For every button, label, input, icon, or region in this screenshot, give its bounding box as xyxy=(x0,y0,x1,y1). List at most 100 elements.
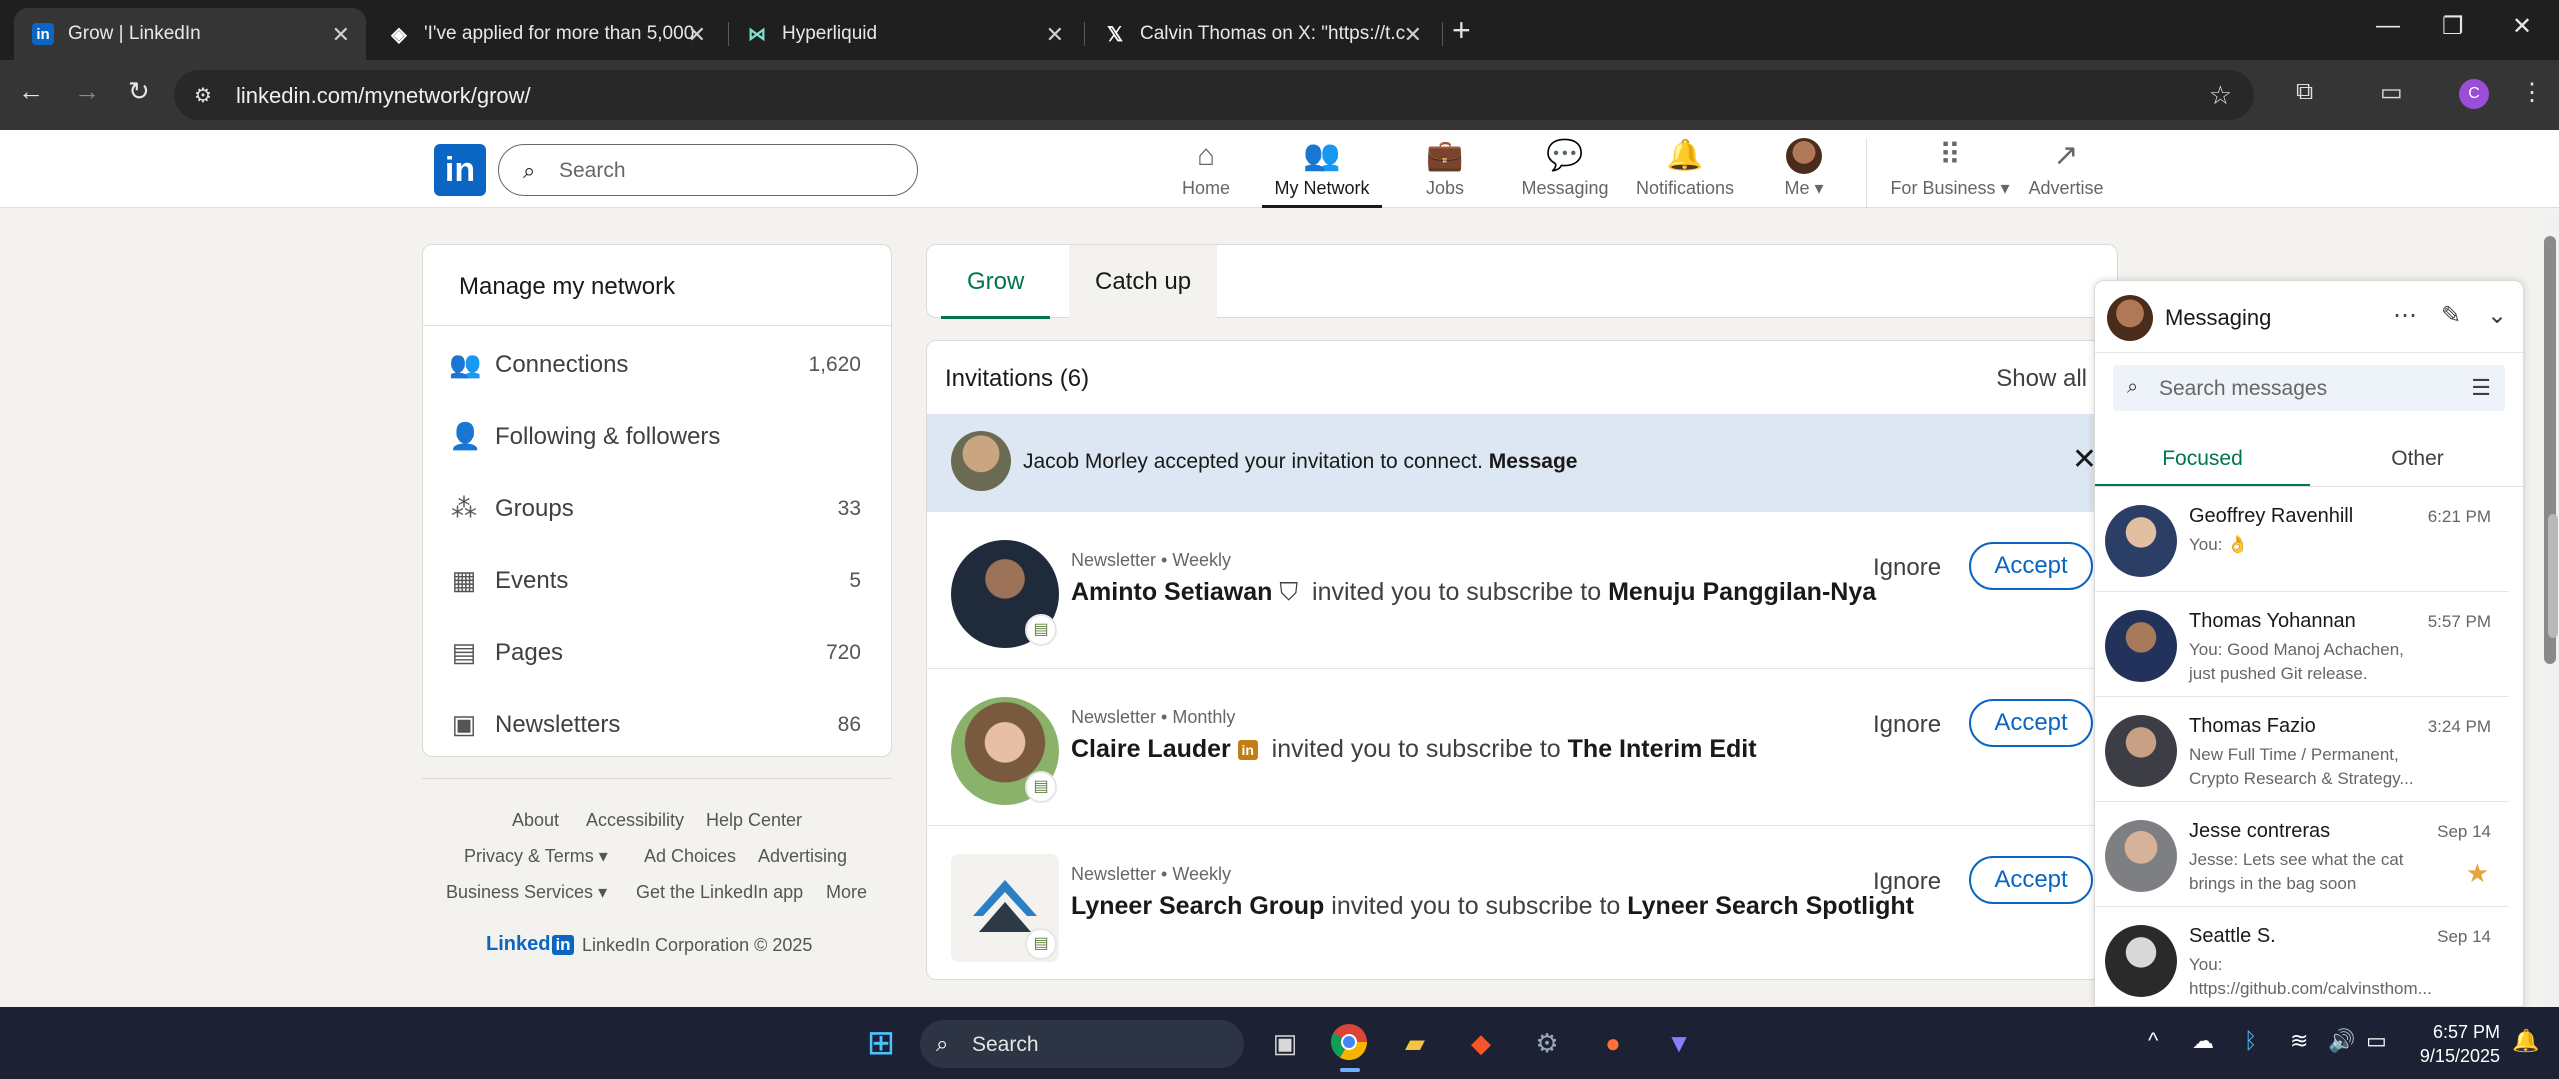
sidebar-item-connections[interactable]: 👥 Connections 1,620 xyxy=(423,327,891,399)
browser-tab-linkedin[interactable]: in Grow | LinkedIn ✕ xyxy=(14,8,366,60)
back-icon[interactable]: ← xyxy=(18,76,44,107)
site-settings-icon[interactable]: ⚙ xyxy=(194,83,212,108)
messaging-scrollbar-thumb[interactable] xyxy=(2548,514,2558,638)
sidebar-item-events[interactable]: ▦ Events 5 xyxy=(423,543,891,615)
url-text[interactable]: linkedin.com/mynetwork/grow/ xyxy=(236,83,531,109)
footer-link-privacy[interactable]: Privacy & Terms ▾ xyxy=(464,846,608,867)
maximize-icon[interactable]: ❐ xyxy=(2442,12,2464,41)
wifi-icon[interactable]: ≋ xyxy=(2290,1028,2308,1054)
footer-link-help-center[interactable]: Help Center xyxy=(706,810,802,831)
more-options-icon[interactable]: ⋯ xyxy=(2393,301,2417,330)
browser-tab-applied[interactable]: ◈ 'I've applied for more than 5,000 ✕ xyxy=(370,8,722,60)
chevron-down-icon[interactable]: ⌄ xyxy=(2487,301,2507,330)
message-link[interactable]: Message xyxy=(1489,450,1578,473)
nav-messaging[interactable]: 💬 Messaging xyxy=(1505,138,1625,208)
vpn-icon[interactable]: ▼ xyxy=(1658,1022,1700,1064)
filter-icon[interactable]: ☰ xyxy=(2471,375,2491,401)
battery-icon[interactable]: ▭ xyxy=(2366,1028,2387,1054)
notification-icon[interactable]: 🔔 xyxy=(2512,1028,2539,1054)
nav-for-business[interactable]: ⠿ For Business ▾ xyxy=(1880,138,2020,208)
tab-focused[interactable]: Focused xyxy=(2095,431,2310,487)
reload-icon[interactable]: ↻ xyxy=(128,76,150,107)
browser-tab-hyperliquid[interactable]: ⋈ Hyperliquid ✕ xyxy=(728,8,1080,60)
search-messages-input[interactable]: ⌕ Search messages ☰ xyxy=(2113,365,2505,411)
nav-advertise[interactable]: ↗ Advertise xyxy=(2006,138,2126,208)
ignore-button[interactable]: Ignore xyxy=(1873,868,1941,896)
browser-tab-x[interactable]: 𝕏 Calvin Thomas on X: "https://t.c ✕ xyxy=(1086,8,1438,60)
footer-link-business-services[interactable]: Business Services ▾ xyxy=(446,882,607,903)
new-tab-button[interactable]: + xyxy=(1452,14,1471,46)
close-icon[interactable]: ✕ xyxy=(688,22,706,48)
taskbar-search[interactable]: ⌕ Search xyxy=(920,1020,1244,1068)
footer-link-about[interactable]: About xyxy=(512,810,559,831)
newsletter-name[interactable]: Menuju Panggilan-Nya xyxy=(1608,578,1876,606)
onedrive-icon[interactable]: ☁ xyxy=(2192,1028,2214,1054)
ignore-button[interactable]: Ignore xyxy=(1873,554,1941,582)
inviter-name[interactable]: Lyneer Search Group xyxy=(1071,892,1324,920)
nav-notifications[interactable]: 🔔 Notifications xyxy=(1625,138,1745,208)
nav-my-network[interactable]: 👥 My Network xyxy=(1262,138,1382,208)
star-icon[interactable]: ★ xyxy=(2466,858,2489,889)
conversation-item[interactable]: Geoffrey Ravenhill 6:21 PM You: 👌 xyxy=(2095,487,2509,592)
task-view-icon[interactable]: ▣ xyxy=(1264,1022,1306,1064)
search-input[interactable]: ⌕ Search xyxy=(498,144,918,196)
cast-icon[interactable]: ▭ xyxy=(2380,78,2403,107)
minimize-icon[interactable]: — xyxy=(2376,12,2400,40)
tab-grow[interactable]: Grow xyxy=(941,245,1051,319)
firefox-icon[interactable]: ● xyxy=(1592,1022,1634,1064)
conversation-name: Geoffrey Ravenhill xyxy=(2189,505,2354,527)
extensions-icon[interactable]: ⧉ xyxy=(2296,78,2313,106)
footer-link-ad-choices[interactable]: Ad Choices xyxy=(644,846,736,867)
taskbar-clock[interactable]: 6:57 PM 9/15/2025 xyxy=(2410,1020,2500,1068)
brave-icon[interactable]: ◆ xyxy=(1460,1022,1502,1064)
windows-start-icon[interactable]: ⊞ xyxy=(860,1022,902,1064)
volume-icon[interactable]: 🔊 xyxy=(2328,1028,2355,1054)
inviter-name[interactable]: Claire Lauder xyxy=(1071,735,1231,763)
window-close-icon[interactable]: ✕ xyxy=(2512,12,2532,41)
accepted-notice: Jacob Morley accepted your invitation to… xyxy=(927,414,2117,511)
bookmark-star-icon[interactable]: ☆ xyxy=(2209,80,2232,111)
tab-other[interactable]: Other xyxy=(2310,431,2523,487)
accept-button[interactable]: Accept xyxy=(1969,699,2093,747)
tab-catch-up[interactable]: Catch up xyxy=(1069,245,1218,319)
close-icon[interactable]: ✕ xyxy=(1046,22,1064,48)
show-all-link[interactable]: Show all xyxy=(1996,365,2087,393)
sidebar-item-pages[interactable]: ▤ Pages 720 xyxy=(423,615,891,687)
tray-chevron-icon[interactable]: ^ xyxy=(2148,1028,2158,1054)
compose-icon[interactable]: ✎ xyxy=(2441,301,2461,330)
nav-me[interactable]: Me ▾ xyxy=(1744,138,1864,208)
menu-icon[interactable]: ⋮ xyxy=(2520,78,2544,107)
messaging-header[interactable]: Messaging ⋯ ✎ ⌄ xyxy=(2095,281,2523,353)
sidebar-item-following[interactable]: 👤 Following & followers xyxy=(423,399,891,471)
newsletter-name[interactable]: Lyneer Search Spotlight xyxy=(1627,892,1914,920)
accept-button[interactable]: Accept xyxy=(1969,856,2093,904)
notice-name[interactable]: Jacob Morley xyxy=(1023,450,1148,473)
footer-link-advertising[interactable]: Advertising xyxy=(758,846,847,867)
footer-link-accessibility[interactable]: Accessibility xyxy=(586,810,684,831)
newsletter-name[interactable]: The Interim Edit xyxy=(1568,735,1757,763)
nav-home[interactable]: ⌂ Home xyxy=(1146,138,1266,208)
accept-button[interactable]: Accept xyxy=(1969,542,2093,590)
forward-icon[interactable]: → xyxy=(74,76,100,107)
inviter-name[interactable]: Aminto Setiawan xyxy=(1071,578,1272,606)
sidebar-item-groups[interactable]: ⁂ Groups 33 xyxy=(423,471,891,543)
ignore-button[interactable]: Ignore xyxy=(1873,711,1941,739)
conversation-item[interactable]: Seattle S. Sep 14 You: https://github.co… xyxy=(2095,907,2509,1006)
conversation-item[interactable]: Thomas Yohannan 5:57 PM You: Good Manoj … xyxy=(2095,592,2509,697)
conversation-item[interactable]: Jesse contreras Sep 14 Jesse: Lets see w… xyxy=(2095,802,2509,907)
linkedin-logo[interactable]: in xyxy=(434,144,486,196)
chrome-icon[interactable] xyxy=(1328,1022,1370,1064)
conversation-item[interactable]: Thomas Fazio 3:24 PM New Full Time / Per… xyxy=(2095,697,2509,802)
omnibox[interactable]: ⚙ linkedin.com/mynetwork/grow/ ☆ xyxy=(174,70,2254,120)
footer-link-get-app[interactable]: Get the LinkedIn app xyxy=(636,882,803,903)
close-icon[interactable]: ✕ xyxy=(332,22,350,48)
nav-jobs[interactable]: 💼 Jobs xyxy=(1385,138,1505,208)
sidebar-item-newsletters[interactable]: ▣ Newsletters 86 xyxy=(423,687,891,759)
file-explorer-icon[interactable]: ▰ xyxy=(1394,1022,1436,1064)
bluetooth-icon[interactable]: ᛒ xyxy=(2244,1028,2257,1054)
profile-avatar[interactable]: C xyxy=(2459,79,2489,109)
footer-link-more[interactable]: More xyxy=(826,882,867,903)
settings-icon[interactable]: ⚙ xyxy=(1526,1022,1568,1064)
close-icon[interactable]: ✕ xyxy=(1404,22,1422,48)
avatar[interactable] xyxy=(951,431,1011,491)
